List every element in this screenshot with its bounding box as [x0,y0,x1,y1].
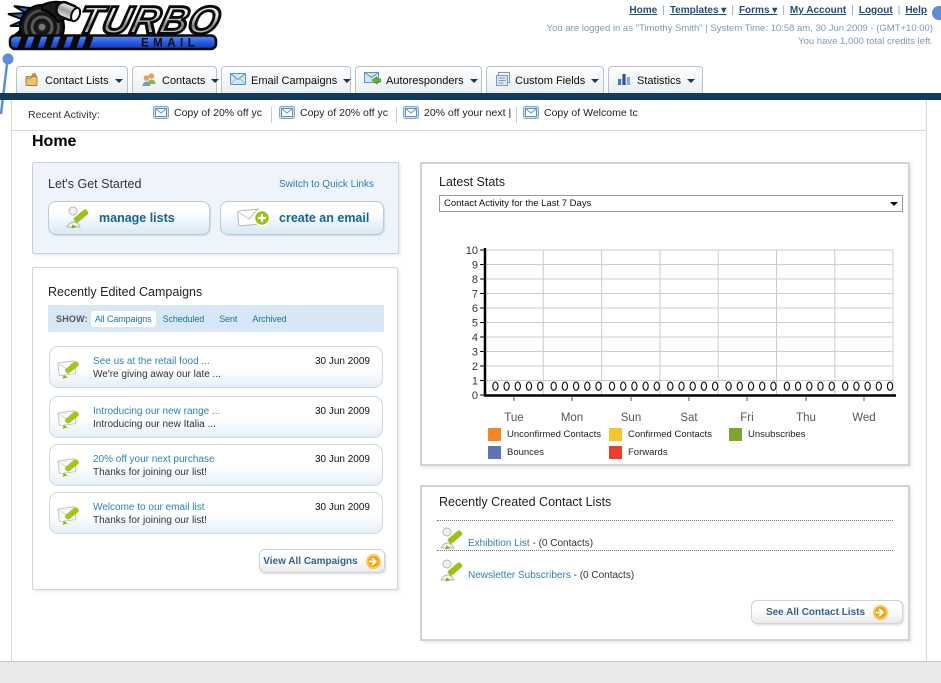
svg-text:Thu: Thu [796,412,816,424]
svg-text:8: 8 [472,274,478,286]
svg-text:3: 3 [472,347,478,359]
svg-text:Sat: Sat [680,412,698,424]
svg-text:1: 1 [472,376,478,388]
svg-text:Wed: Wed [852,412,875,424]
svg-text:Sun: Sun [621,412,641,424]
svg-text:10: 10 [466,245,478,257]
svg-text:0: 0 [472,390,478,402]
svg-text:4: 4 [472,332,478,344]
svg-text:Fri: Fri [740,412,753,424]
svg-text:Tue: Tue [504,412,523,424]
svg-text:EMAIL: EMAIL [141,38,199,50]
svg-text:2: 2 [472,361,478,373]
svg-text:5: 5 [472,318,478,330]
svg-text:Mon: Mon [561,412,583,424]
svg-text:9: 9 [472,260,478,272]
svg-text:7: 7 [472,289,478,301]
svg-text:6: 6 [472,303,478,315]
